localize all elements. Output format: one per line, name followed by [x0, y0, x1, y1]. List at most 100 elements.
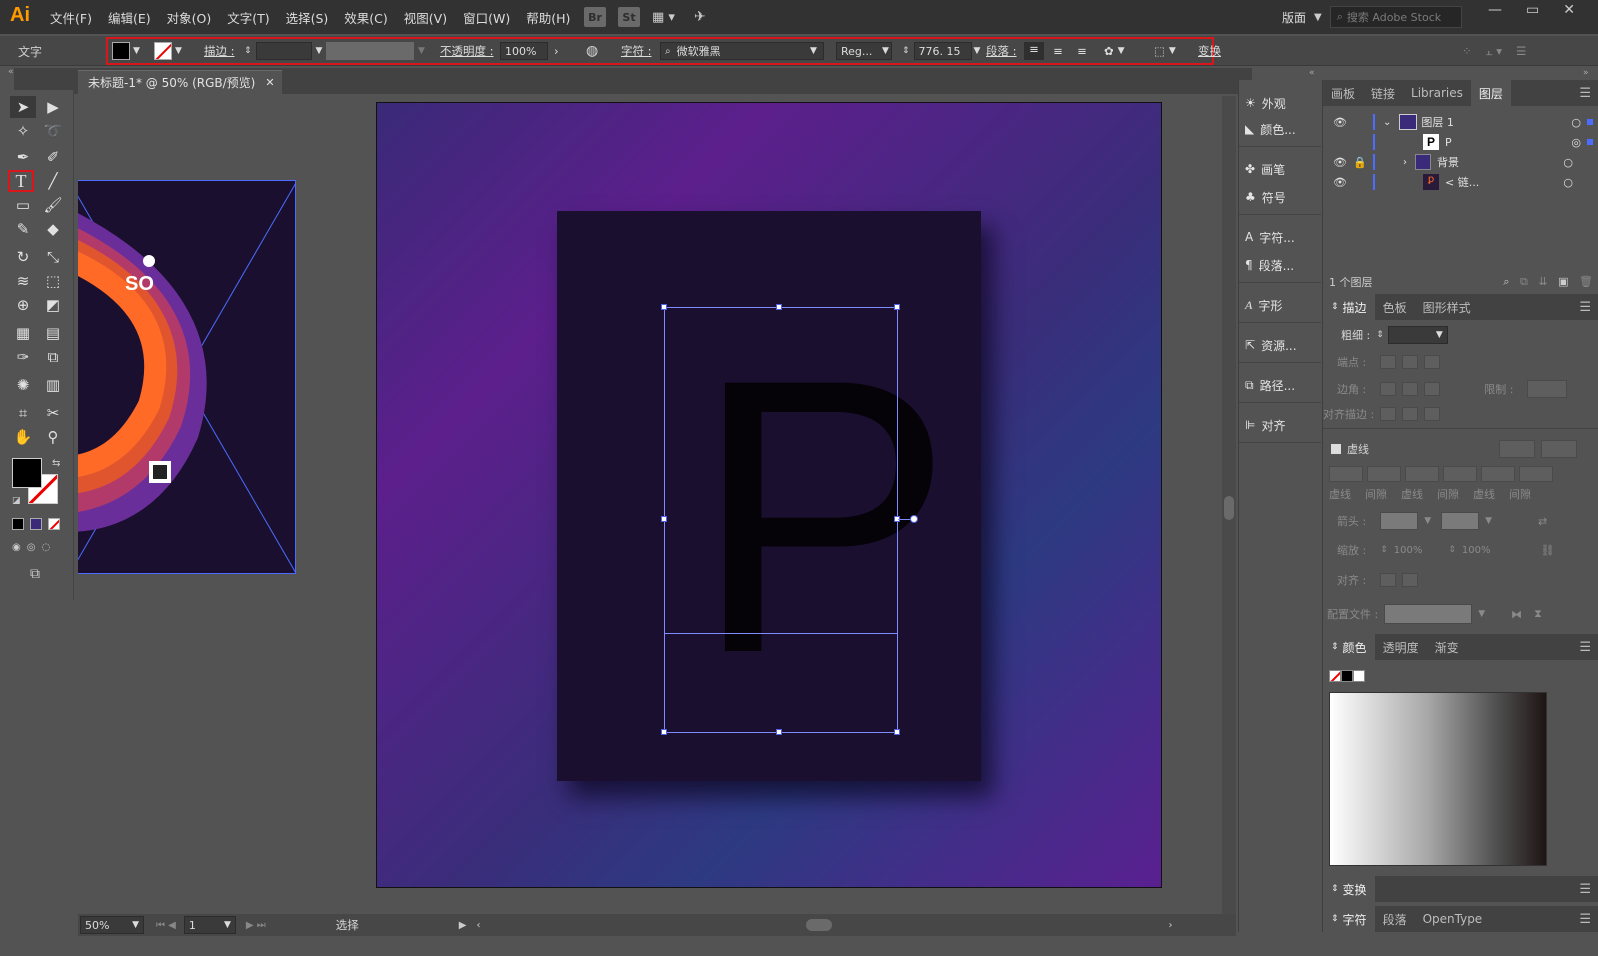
- curvature-tool-icon[interactable]: ✐: [40, 146, 66, 168]
- white-swatch[interactable]: [1353, 670, 1365, 682]
- hand-tool-icon[interactable]: ✋: [10, 426, 36, 448]
- bevel-join-icon[interactable]: [1424, 382, 1441, 396]
- appearance-panel-button[interactable]: ☀ 外观: [1245, 90, 1321, 116]
- flip-vertical-icon[interactable]: ⧗: [1534, 607, 1542, 621]
- shape-builder-tool-icon[interactable]: ⊕: [10, 294, 36, 316]
- scroll-left-arrow[interactable]: ‹: [476, 920, 480, 931]
- dashed-line-checkbox[interactable]: [1331, 444, 1341, 454]
- end-arrowhead-select[interactable]: [1441, 512, 1480, 530]
- menu-window[interactable]: 窗口(W): [463, 8, 510, 27]
- expand-chevron-icon[interactable]: ›: [1403, 157, 1407, 168]
- tab-transform[interactable]: ⇕ 变换: [1323, 876, 1375, 902]
- align-outside-stroke-icon[interactable]: [1424, 407, 1441, 421]
- align-center-stroke-icon[interactable]: [1380, 407, 1397, 421]
- eraser-tool-icon[interactable]: ◆: [40, 218, 66, 240]
- gradient-tool-icon[interactable]: ▤: [40, 322, 66, 344]
- stroke-swatch[interactable]: ▼: [154, 42, 182, 60]
- align-inside-stroke-icon[interactable]: [1402, 407, 1419, 421]
- scale-tool-icon[interactable]: ⤡: [40, 246, 66, 268]
- artboard-number-select[interactable]: 1 ▼: [183, 916, 236, 934]
- tab-stroke[interactable]: ⇕ 描边: [1323, 294, 1375, 320]
- layer-name[interactable]: 背景: [1437, 154, 1459, 170]
- locate-object-icon[interactable]: ⌕: [1503, 275, 1509, 288]
- black-swatch[interactable]: [1341, 670, 1353, 682]
- dash-field-3[interactable]: [1481, 466, 1515, 482]
- none-mode-icon[interactable]: [48, 518, 60, 530]
- start-scale-value[interactable]: 100%: [1394, 545, 1423, 556]
- fill-color-box[interactable]: [12, 458, 42, 488]
- free-transform-tool-icon[interactable]: ⬚: [40, 270, 66, 292]
- horizontal-scroll-thumb[interactable]: [806, 919, 833, 931]
- menu-view[interactable]: 视图(V): [404, 8, 447, 27]
- type-widget-handle[interactable]: [910, 515, 918, 523]
- control-menu-icon[interactable]: ☰: [1516, 44, 1526, 58]
- perspective-grid-tool-icon[interactable]: ◩: [40, 294, 66, 316]
- resize-handle-tl[interactable]: [661, 304, 667, 310]
- selection-tool-icon[interactable]: ➤: [10, 96, 36, 118]
- target-circle-icon[interactable]: ○: [1563, 156, 1573, 169]
- character-label[interactable]: 字符 :: [621, 42, 652, 60]
- draw-normal-icon[interactable]: ◉: [12, 542, 21, 553]
- minimize-icon[interactable]: —: [1488, 2, 1502, 18]
- tab-links[interactable]: 链接: [1363, 80, 1403, 106]
- menu-effect[interactable]: 效果(C): [344, 8, 387, 27]
- target-double-circle-icon[interactable]: ◎: [1571, 136, 1581, 149]
- chevron-down-icon[interactable]: ▼: [1314, 12, 1322, 23]
- close-tab-icon[interactable]: ✕: [265, 76, 274, 89]
- arrow-tip-beyond-icon[interactable]: [1380, 573, 1397, 587]
- zoom-select[interactable]: 50% ▼: [80, 916, 144, 934]
- make-clipping-mask-icon[interactable]: ⧉: [1520, 275, 1528, 288]
- stock-search-input[interactable]: ⌕ 搜索 Adobe Stock: [1329, 6, 1462, 28]
- tab-paragraph[interactable]: 段落: [1375, 906, 1415, 932]
- stroke-weight-field[interactable]: ▼: [1387, 326, 1448, 344]
- font-style-select[interactable]: Reg... ▼: [836, 42, 892, 60]
- none-swatch[interactable]: [1329, 670, 1341, 682]
- layer-name[interactable]: < 链...: [1445, 174, 1479, 190]
- color-panel-menu-icon[interactable]: ☰: [1579, 640, 1591, 655]
- pen-tool-icon[interactable]: ✒: [10, 146, 36, 168]
- assets-panel-button[interactable]: ⇱ 资源...: [1245, 332, 1321, 358]
- text-frame-selection[interactable]: [664, 307, 898, 733]
- round-join-icon[interactable]: [1402, 382, 1419, 396]
- dash-field-2[interactable]: [1405, 466, 1439, 482]
- dash-preserve-icon[interactable]: [1499, 440, 1535, 458]
- limit-field[interactable]: [1527, 380, 1568, 398]
- layer-row-link[interactable]: 👁 ꝑ < 链... ○: [1323, 172, 1598, 192]
- arrange-documents-icon[interactable]: ▦ ▾: [652, 10, 682, 25]
- lock-icon[interactable]: 🔒: [1353, 156, 1369, 169]
- transform-link[interactable]: 变换: [1198, 42, 1221, 60]
- new-layer-icon[interactable]: ▣: [1558, 275, 1568, 288]
- symbol-sprayer-tool-icon[interactable]: ✺: [10, 374, 36, 396]
- butt-cap-icon[interactable]: [1380, 355, 1397, 369]
- menu-file[interactable]: 文件(F): [50, 8, 92, 27]
- visibility-eye-icon[interactable]: 👁: [1333, 116, 1349, 129]
- color-mode-icon[interactable]: [12, 518, 24, 530]
- rotate-tool-icon[interactable]: ↻: [10, 246, 36, 268]
- isolate-icon[interactable]: ⁘: [1462, 44, 1472, 58]
- scroll-right-arrow[interactable]: ›: [1168, 920, 1172, 931]
- symbols-panel-button[interactable]: ♣ 符号: [1245, 184, 1321, 210]
- menu-help[interactable]: 帮助(H): [526, 8, 570, 27]
- target-circle-icon[interactable]: ○: [1571, 116, 1581, 129]
- fill-swatch[interactable]: ▼: [112, 42, 140, 60]
- new-sublayer-icon[interactable]: ⇊: [1538, 275, 1547, 288]
- swap-colors-icon[interactable]: ⇆: [52, 458, 60, 469]
- resize-handle-br[interactable]: [894, 729, 900, 735]
- draw-behind-icon[interactable]: ◎: [27, 542, 36, 553]
- round-cap-icon[interactable]: [1402, 355, 1419, 369]
- flip-horizontal-icon[interactable]: ⧓: [1511, 608, 1522, 621]
- close-icon[interactable]: ✕: [1563, 2, 1575, 18]
- column-graph-tool-icon[interactable]: ▥: [40, 374, 66, 396]
- dash-field-1[interactable]: [1329, 466, 1363, 482]
- link-scale-icon[interactable]: ⛓: [1540, 544, 1554, 557]
- recolor-icon[interactable]: ◍: [586, 42, 598, 60]
- magic-wand-tool-icon[interactable]: ✧: [10, 120, 36, 142]
- shaper-tool-icon[interactable]: ✎: [10, 218, 36, 240]
- align-panel-button[interactable]: ⊫ 对齐: [1245, 412, 1321, 438]
- line-tool-icon[interactable]: ╱: [40, 170, 66, 192]
- screen-mode-icon[interactable]: ⧉: [30, 566, 40, 582]
- paintbrush-tool-icon[interactable]: 🖌: [40, 194, 66, 216]
- slice-tool-icon[interactable]: ✂: [40, 402, 66, 424]
- tab-libraries[interactable]: Libraries: [1403, 80, 1471, 106]
- layer-name[interactable]: 图层 1: [1421, 114, 1454, 130]
